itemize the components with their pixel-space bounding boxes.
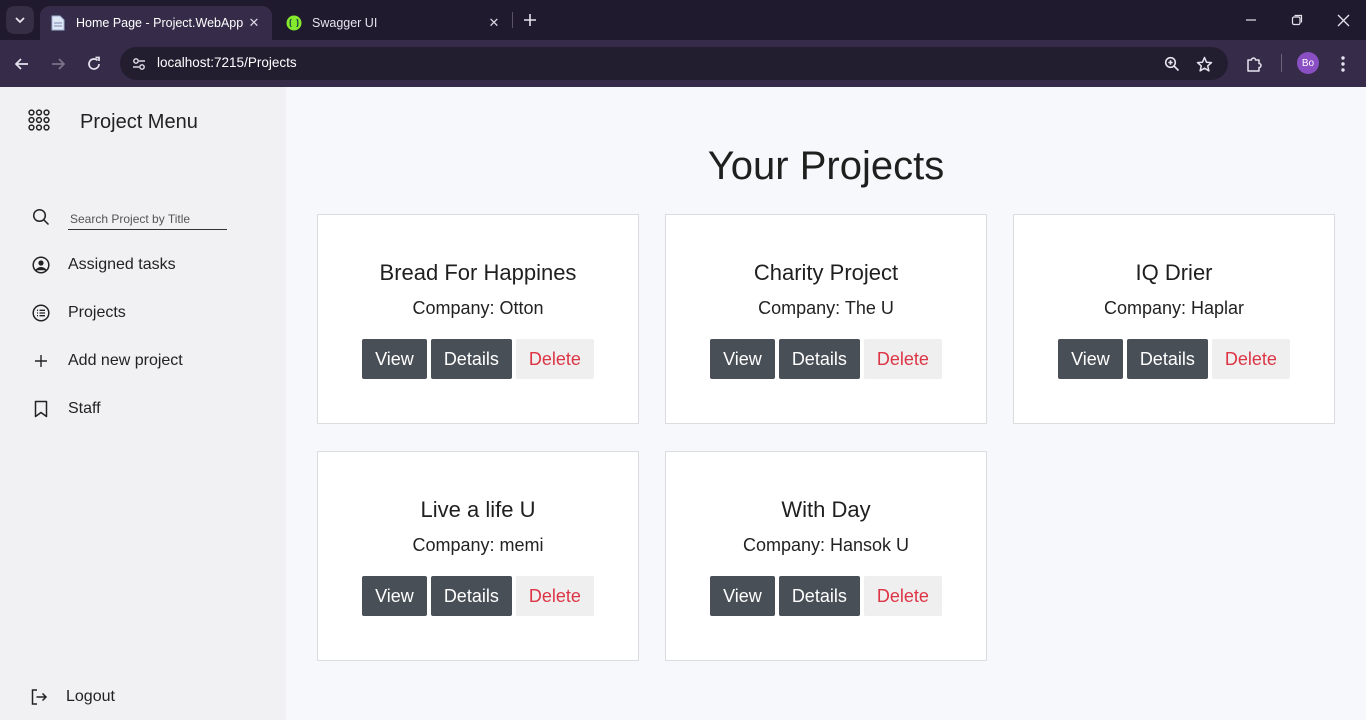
project-title: Live a life U <box>420 497 536 522</box>
view-button[interactable]: View <box>710 339 775 379</box>
close-icon[interactable]: ✕ <box>486 15 502 31</box>
sidebar-item-projects[interactable]: Projects <box>30 300 126 326</box>
details-button[interactable]: Details <box>778 339 860 379</box>
project-actions: View Details Delete <box>318 576 638 616</box>
url-text: localhost:7215/Projects <box>157 55 297 70</box>
view-button[interactable]: View <box>710 576 775 616</box>
sidebar-item-staff[interactable]: Staff <box>30 396 101 422</box>
view-button[interactable]: View <box>1058 339 1123 379</box>
project-company: Company: Haplar <box>1103 298 1245 318</box>
minimize-icon <box>1246 19 1256 21</box>
extensions-button[interactable] <box>1240 50 1268 78</box>
sidebar-item-label: Add new project <box>68 352 183 369</box>
close-icon[interactable]: ✕ <box>246 15 262 31</box>
browser-menu-button[interactable] <box>1329 50 1357 78</box>
list-circle-icon <box>30 302 52 324</box>
arrow-right-icon <box>52 58 66 70</box>
sidebar: Project Menu Assigned tasks Projects Add… <box>0 87 286 720</box>
address-bar[interactable]: localhost:7215/Projects <box>120 47 1228 80</box>
reload-icon <box>88 56 100 70</box>
tab-home-page[interactable]: Home Page - Project.WebApp ✕ <box>40 6 272 40</box>
sidebar-item-label: Projects <box>68 304 126 321</box>
document-icon <box>50 15 66 31</box>
page-title: Your Projects <box>707 144 945 188</box>
project-card: Live a life U Company: memi View Details… <box>317 451 639 661</box>
toolbar-separator <box>1281 54 1282 72</box>
view-button[interactable]: View <box>362 576 427 616</box>
project-company: Company: memi <box>412 535 544 555</box>
logout-icon <box>28 686 50 708</box>
restore-icon <box>1291 14 1303 26</box>
project-card: Charity Project Company: The U View Deta… <box>665 214 987 424</box>
delete-button[interactable]: Delete <box>515 339 594 379</box>
delete-button[interactable]: Delete <box>1211 339 1290 379</box>
project-company: Company: The U <box>758 298 894 318</box>
project-card: IQ Drier Company: Haplar View Details De… <box>1013 214 1335 424</box>
close-icon <box>1337 14 1349 26</box>
tune-icon <box>133 58 145 70</box>
delete-button[interactable]: Delete <box>863 339 942 379</box>
project-card: Bread For Happines Company: Otton View D… <box>317 214 639 424</box>
project-title: Bread For Happines <box>379 260 577 285</box>
plus-icon <box>524 14 536 26</box>
apps-grid-icon[interactable] <box>28 109 50 131</box>
bookmark-page-button[interactable] <box>1192 52 1216 76</box>
sidebar-item-label: Assigned tasks <box>68 256 176 273</box>
minimize-button[interactable] <box>1228 0 1274 40</box>
main-content: Your Projects Bread For Happines Company… <box>286 87 1366 720</box>
browser-tab-strip: Home Page - Project.WebApp ✕ Swagger UI … <box>0 0 1366 40</box>
logout-label: Logout <box>66 688 115 705</box>
arrow-left-icon <box>14 58 28 70</box>
sidebar-item-add-new-project[interactable]: Add new project <box>30 348 183 374</box>
profile-avatar[interactable]: Bo <box>1297 52 1319 74</box>
user-circle-icon <box>30 254 52 276</box>
more-vert-icon <box>1341 56 1345 72</box>
delete-button[interactable]: Delete <box>515 576 594 616</box>
project-title: With Day <box>781 497 871 522</box>
search-input[interactable] <box>68 204 227 230</box>
details-button[interactable]: Details <box>1126 339 1208 379</box>
tab-title: Swagger UI <box>312 16 378 30</box>
reload-button[interactable] <box>80 50 108 78</box>
browser-toolbar: localhost:7215/Projects Bo <box>0 40 1366 87</box>
zoom-button[interactable] <box>1160 52 1184 76</box>
delete-button[interactable]: Delete <box>863 576 942 616</box>
menu-title: Project Menu <box>80 111 198 133</box>
project-actions: View Details Delete <box>666 576 986 616</box>
search-row <box>30 204 230 230</box>
tab-title: Home Page - Project.WebApp <box>76 16 244 30</box>
star-icon <box>1196 56 1212 72</box>
project-company: Company: Hansok U <box>742 535 910 555</box>
project-actions: View Details Delete <box>666 339 986 379</box>
chevron-down-icon <box>15 17 25 24</box>
project-actions: View Details Delete <box>318 339 638 379</box>
project-card: With Day Company: Hansok U View Details … <box>665 451 987 661</box>
sidebar-item-assigned-tasks[interactable]: Assigned tasks <box>30 252 176 278</box>
tab-swagger-ui[interactable]: Swagger UI ✕ <box>276 6 512 40</box>
details-button[interactable]: Details <box>430 339 512 379</box>
search-icon <box>30 206 52 228</box>
project-title: IQ Drier <box>1135 260 1213 285</box>
project-title: Charity Project <box>753 260 899 285</box>
view-button[interactable]: View <box>362 339 427 379</box>
details-button[interactable]: Details <box>778 576 860 616</box>
tab-search-button[interactable] <box>6 6 34 34</box>
site-settings-button[interactable] <box>126 51 152 77</box>
tab-separator <box>512 12 513 28</box>
restore-button[interactable] <box>1274 0 1320 40</box>
swagger-icon <box>286 15 302 31</box>
project-actions: View Details Delete <box>1014 339 1334 379</box>
new-tab-button[interactable] <box>518 8 542 32</box>
forward-button[interactable] <box>44 50 72 78</box>
puzzle-icon <box>1247 57 1262 72</box>
project-company: Company: Otton <box>412 298 544 318</box>
logout-button[interactable]: Logout <box>28 684 115 710</box>
back-button[interactable] <box>8 50 36 78</box>
bookmark-icon <box>30 398 52 420</box>
plus-icon <box>30 350 52 372</box>
details-button[interactable]: Details <box>430 576 512 616</box>
zoom-in-icon <box>1164 56 1180 72</box>
close-window-button[interactable] <box>1320 0 1366 40</box>
sidebar-item-label: Staff <box>68 400 101 417</box>
